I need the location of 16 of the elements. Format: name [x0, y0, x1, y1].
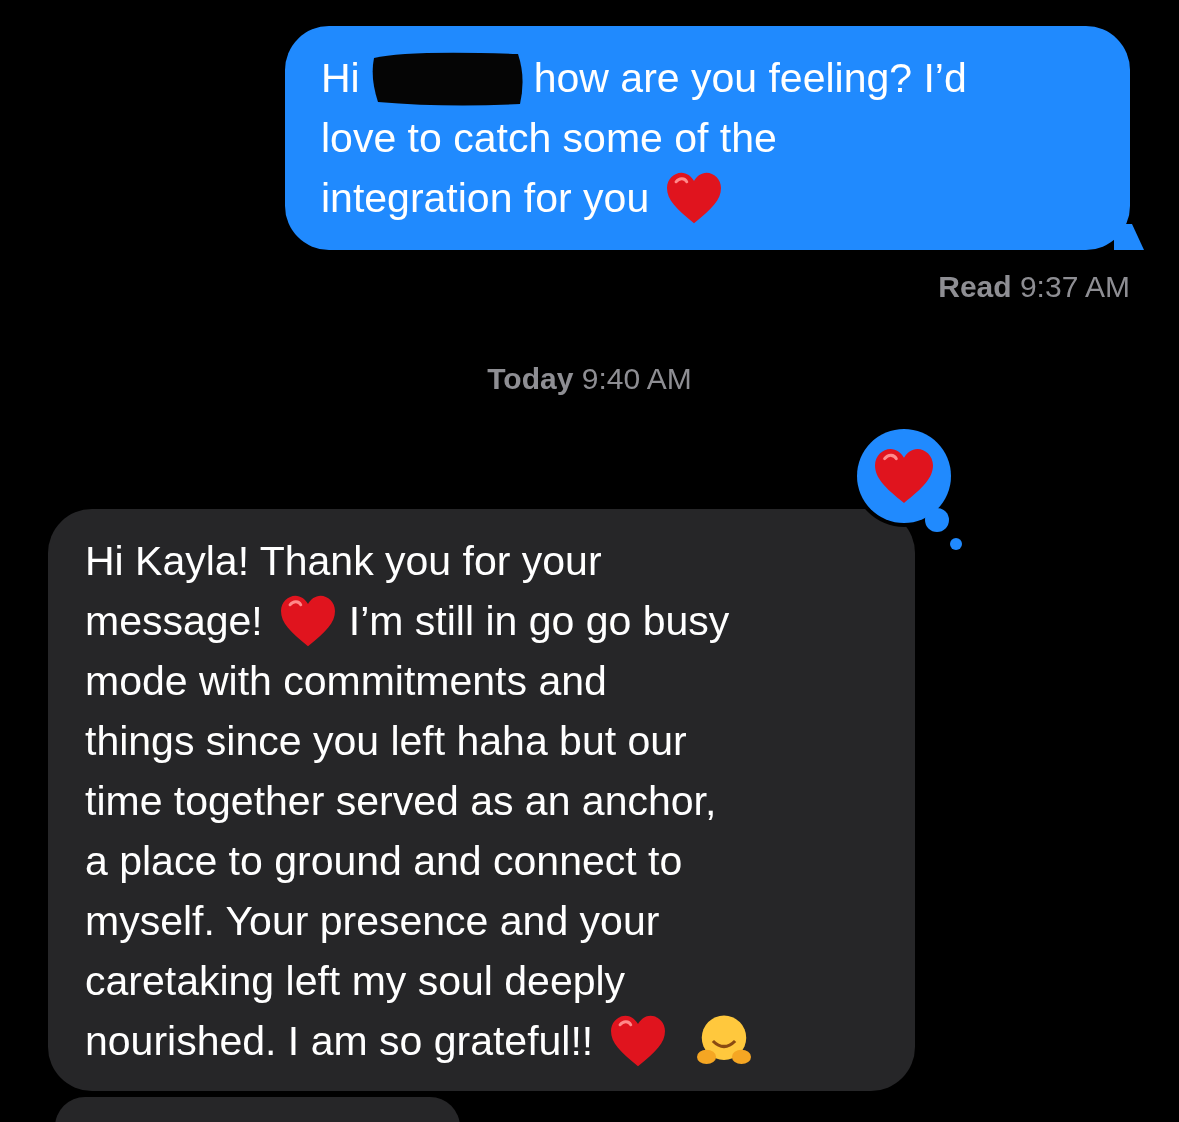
read-receipt: Read 9:37 AM — [938, 270, 1130, 304]
message-text: Hi — [321, 54, 360, 103]
message-text: nourished. I am so grateful!! — [85, 1017, 594, 1066]
timestamp: Today 9:40 AM — [486, 362, 693, 396]
message-text: Hi Kayla! Thank you for your — [85, 537, 602, 586]
message-text: caretaking left my soul deeply — [85, 957, 626, 1006]
message-text: message! — [85, 597, 263, 646]
message-text: love to catch some of the — [321, 114, 777, 163]
message-text: things since you left haha but our — [85, 717, 687, 766]
message-text: a place to ground and connect to — [85, 837, 683, 886]
message-text: myself. Your presence and your — [85, 897, 660, 946]
message-text: mode with commitments and — [85, 657, 607, 706]
message-text: time together served as an anchor, — [85, 777, 717, 826]
message-text: I’m still in go go busy — [348, 597, 730, 646]
message-text: how are you feeling? I’d — [533, 54, 967, 103]
message-text: integration for you — [321, 174, 650, 223]
